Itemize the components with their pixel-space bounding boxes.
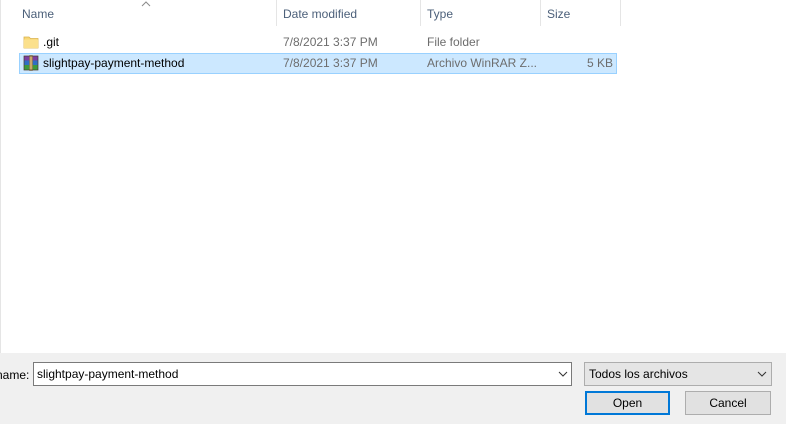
column-header-size[interactable]: Size (541, 0, 620, 28)
column-header-name[interactable]: Name (16, 0, 276, 28)
file-size (545, 32, 613, 53)
column-header-type[interactable]: Type (421, 0, 541, 28)
cancel-button[interactable]: Cancel (685, 391, 771, 415)
file-type: File folder (427, 35, 480, 49)
file-name-label: name: (0, 368, 30, 382)
chevron-down-icon (757, 371, 767, 377)
file-name: slightpay-payment-method (43, 56, 185, 70)
winrar-archive-icon (23, 55, 39, 71)
file-type-filter-dropdown[interactable]: Todos los archivos (584, 362, 772, 386)
file-name-combobox[interactable]: slightpay-payment-method (33, 362, 572, 386)
file-type-filter-value: Todos los archivos (589, 367, 688, 381)
chevron-down-icon[interactable] (558, 371, 568, 377)
column-divider[interactable] (620, 0, 621, 26)
column-header-date-modified[interactable]: Date modified (277, 0, 420, 28)
open-button[interactable]: Open (585, 391, 670, 415)
file-type: Archivo WinRAR Z... (427, 56, 538, 70)
file-date-modified: 7/8/2021 3:37 PM (283, 35, 378, 49)
file-list-pane[interactable]: Name Date modified Type Size .git 7/8/20… (0, 0, 786, 353)
pane-border (0, 0, 1, 353)
file-name-input[interactable]: slightpay-payment-method (37, 363, 178, 385)
file-name: .git (43, 35, 60, 49)
file-row-slightpay-payment-method[interactable]: slightpay-payment-method 7/8/2021 3:37 P… (19, 53, 617, 74)
dialog-footer: name: slightpay-payment-method Todos los… (0, 353, 786, 424)
file-size: 5 KB (586, 56, 613, 70)
column-header: Name Date modified Type Size (0, 0, 786, 28)
file-row-git[interactable]: .git 7/8/2021 3:37 PM File folder (19, 32, 617, 53)
file-date-modified: 7/8/2021 3:37 PM (283, 56, 378, 70)
folder-icon (23, 36, 39, 49)
